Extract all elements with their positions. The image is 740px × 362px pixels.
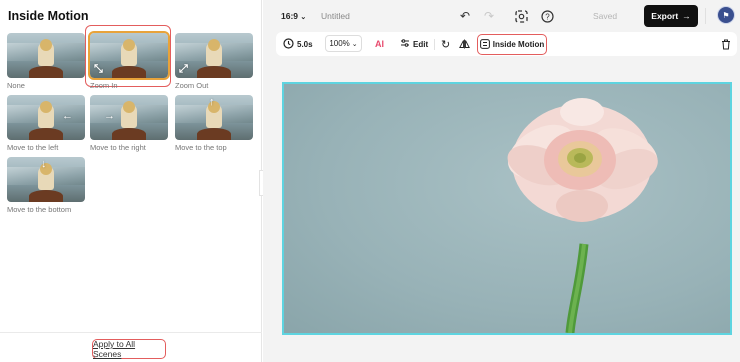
divider (705, 8, 706, 24)
document-title[interactable]: Untitled (321, 11, 350, 21)
zoom-select[interactable]: 100% ⌄ (325, 35, 362, 52)
sliders-icon (400, 38, 410, 50)
edit-label: Edit (413, 39, 429, 49)
help-icon[interactable]: ? (539, 8, 555, 24)
preset-thumbnail: ↓ (7, 157, 85, 202)
rotate-icon[interactable]: ↻ (441, 36, 450, 52)
preset-thumbnail: ↑ (175, 95, 253, 140)
preset-label: Zoom In (90, 81, 118, 90)
preset-move-right[interactable]: → Move to the right (90, 95, 168, 152)
inside-motion-panel: Inside Motion None ⤡ Zoom In ⤢ Zoom Out … (0, 0, 262, 362)
arrow-right-icon: → (682, 11, 691, 21)
preset-move-left[interactable]: ← Move to the left (7, 95, 85, 152)
preset-label: Move to the left (7, 143, 59, 152)
preset-label: None (7, 81, 25, 90)
preset-none[interactable]: None (7, 33, 85, 90)
aspect-ratio-select[interactable]: 16:9 ⌄ (281, 11, 306, 21)
duration-control[interactable]: 5.0s (283, 36, 313, 52)
zoom-out-arrow-icon: ⤢ (179, 63, 188, 75)
editor-workspace: 16:9 ⌄ Untitled ↶ ↷ ? Saved Export → ⚑ 5.… (263, 0, 740, 362)
arrow-left-icon: ← (62, 110, 73, 122)
edit-button[interactable]: Edit (400, 36, 428, 52)
preset-zoom-out[interactable]: ⤢ Zoom Out (175, 33, 253, 90)
arrow-up-icon: ↑ (209, 96, 215, 108)
ai-icon: AI (375, 39, 384, 49)
panel-title: Inside Motion (8, 9, 89, 23)
chevron-down-icon: ⌄ (351, 40, 358, 48)
export-button[interactable]: Export → (644, 5, 698, 27)
svg-text:?: ? (545, 12, 550, 21)
zoom-in-arrow-icon: ⤡ (94, 63, 103, 75)
preset-thumbnail: ⤢ (175, 33, 253, 78)
preset-label: Move to the top (175, 143, 227, 152)
avatar[interactable]: ⚑ (717, 6, 735, 24)
chevron-down-icon: ⌄ (300, 14, 307, 21)
canvas-image[interactable] (282, 82, 732, 335)
apply-to-all-scenes-button[interactable]: Apply to All Scenes (92, 339, 166, 359)
preset-label: Move to the bottom (7, 205, 72, 214)
duration-value: 5.0s (297, 39, 313, 49)
preset-move-bottom[interactable]: ↓ Move to the bottom (7, 157, 85, 214)
preset-zoom-in[interactable]: ⤡ Zoom In (88, 31, 170, 90)
divider (434, 39, 435, 50)
gerbera-flower-image (507, 98, 658, 333)
inside-motion-icon (479, 38, 490, 51)
redo-icon[interactable]: ↷ (481, 8, 497, 24)
aspect-ratio-value: 16:9 (281, 11, 299, 21)
trash-icon[interactable] (721, 36, 731, 52)
preset-move-top[interactable]: ↑ Move to the top (175, 95, 253, 152)
clock-icon (283, 37, 294, 51)
zoom-value: 100% (329, 39, 350, 48)
preset-label: Move to the right (90, 143, 146, 152)
ai-tools-button[interactable]: AI (375, 36, 384, 52)
arrow-down-icon: ↓ (41, 158, 47, 170)
inside-motion-label: Inside Motion (492, 40, 545, 49)
export-label: Export (651, 11, 679, 21)
flip-icon[interactable] (459, 36, 470, 52)
inside-motion-button[interactable]: Inside Motion (477, 34, 547, 55)
screenshot-icon[interactable] (513, 8, 529, 24)
preset-thumbnail (7, 33, 85, 78)
preset-thumbnail: ⤡ (88, 31, 170, 80)
panel-footer: Apply to All Scenes (0, 332, 262, 362)
undo-icon[interactable]: ↶ (457, 8, 473, 24)
preset-thumbnail: → (90, 95, 168, 140)
preset-label: Zoom Out (175, 81, 209, 90)
top-bar: 16:9 ⌄ Untitled ↶ ↷ ? Saved Export → ⚑ (263, 0, 740, 32)
saved-status: Saved (593, 11, 618, 21)
arrow-right-icon: → (104, 110, 115, 122)
preset-thumbnail: ← (7, 95, 85, 140)
element-toolbar: 5.0s 100% ⌄ AI Edit ↻ Inside Motion (276, 32, 737, 56)
